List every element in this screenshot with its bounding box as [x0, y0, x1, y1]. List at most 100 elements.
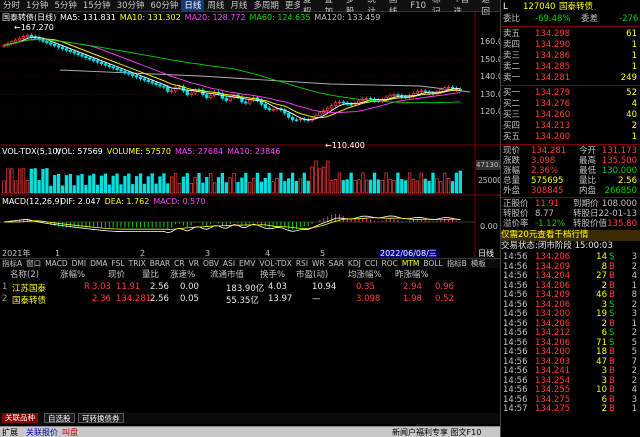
candle-body [84, 55, 88, 59]
indicator-tab[interactable]: VR [187, 259, 201, 268]
table-header[interactable]: 流通市值 [210, 268, 244, 280]
indicator-tab[interactable]: DMA [88, 259, 109, 268]
convert-key: 转股价 [503, 209, 529, 219]
period-tab[interactable]: 月线 [227, 0, 250, 12]
indicator-tab[interactable]: 指标A [0, 259, 24, 268]
table-row[interactable]: 2 国泰转债 2.36 134.281 2.56 0.05 55.35亿 13.97 — 3.09… [0, 294, 500, 306]
indicator-tab[interactable]: FSL [109, 259, 126, 268]
table-header[interactable]: 均涨幅% [348, 268, 382, 280]
period-tab[interactable]: 60分钟 [148, 0, 182, 12]
indicator-tab[interactable]: TRIX [127, 259, 148, 268]
table-header[interactable]: 量比 [142, 268, 159, 280]
period-tab[interactable]: 15分钟 [80, 0, 114, 12]
period-tab[interactable]: 日线 [181, 0, 205, 12]
indicator-tab[interactable]: EMV [237, 259, 257, 268]
period-tab[interactable]: 周线 [204, 0, 227, 12]
status-expand[interactable]: 扩展 [2, 427, 18, 437]
period-tab[interactable]: 分时 [0, 0, 23, 12]
indicator-tab[interactable]: RSI [294, 259, 310, 268]
tick-price: 134.206 [535, 280, 571, 291]
table-row[interactable]: 1 江苏国泰 R 3.03 11.91 2.56 0.00 183.90亿 4.03 10.94 0… [0, 282, 500, 294]
indicator-tab[interactable]: BRAR [148, 259, 172, 268]
tick-price: 134.206 [535, 252, 571, 262]
quote-row: 14:56 134.206 14 S 3 [501, 252, 640, 262]
vol-tick-low: 25000 [478, 176, 502, 185]
stat-value: 135.500 [601, 156, 637, 166]
table-header[interactable]: 市盈(动) [296, 268, 328, 280]
indicator-tab[interactable]: CCI [363, 259, 380, 268]
ask-volume: 61 [626, 29, 637, 39]
cell-prev: 2.94 [403, 282, 422, 292]
ask-level: 卖一 [503, 73, 521, 83]
tag-convertible[interactable]: 可转换债券 [78, 413, 124, 423]
table-header[interactable]: 涨幅% [60, 268, 85, 280]
volume-bar [349, 172, 353, 194]
status-news[interactable]: 新闻户福利专享 图文F10 [392, 427, 481, 437]
period-tab[interactable]: 1分钟 [23, 0, 51, 12]
table-header[interactable]: 名称(2) [10, 268, 39, 280]
indicator-tab[interactable]: VOL-TDX [257, 259, 293, 268]
indicator-tab[interactable]: KDJ [346, 259, 363, 268]
tick-time: 14:56 [503, 271, 528, 281]
indicator-tab[interactable]: OBV [201, 259, 221, 268]
tick-side: B [609, 347, 615, 357]
table-header[interactable]: 涨速% [170, 268, 195, 280]
tag-related[interactable]: 关联品种 [2, 413, 38, 423]
tag-watchlist[interactable]: 自选股 [44, 413, 75, 423]
candle-body [294, 119, 299, 121]
volume-bar [236, 182, 240, 194]
candle-body [45, 40, 49, 44]
period-tab[interactable]: 30分钟 [114, 0, 148, 12]
quote-row: 现价 134.281 今开 131.173 [501, 146, 640, 156]
status-call[interactable]: 叫盘 [62, 427, 78, 437]
table-header[interactable]: 昨涨幅% [395, 268, 429, 280]
bid-volume: 2 [631, 121, 637, 131]
status-quote[interactable]: 关联报价 [26, 427, 58, 437]
volume-bar [201, 182, 205, 194]
indicator-tab[interactable]: WR [310, 259, 327, 268]
toolbar-button[interactable]: F10 [407, 0, 429, 12]
indicator-tab[interactable]: 指标B [445, 259, 469, 268]
quote-row: 卖二 134.285 1 [501, 62, 640, 72]
volume-bar [138, 173, 143, 194]
volume-bar [53, 175, 57, 194]
indicator-tab[interactable]: MACD [43, 259, 69, 268]
indicator-tab[interactable]: 模板 [469, 259, 488, 268]
tick-count: 5 [631, 347, 637, 357]
volume-bar [372, 172, 377, 194]
indicator-tab[interactable]: CR [172, 259, 186, 268]
indicator-tab[interactable]: BOLL [421, 259, 444, 268]
candle-body [333, 102, 338, 106]
indicator-tab[interactable]: ASI [221, 259, 237, 268]
indicator-tab[interactable]: ROC [380, 259, 400, 268]
period-tab[interactable]: 多周期 [250, 0, 282, 12]
indicator-tab[interactable]: DMI [70, 259, 88, 268]
volume-bar [72, 185, 76, 194]
kline-chart[interactable] [0, 12, 500, 258]
tick-volume: 47 [596, 356, 607, 367]
candle-body [14, 39, 18, 43]
stock-name: 国泰转债 [559, 2, 594, 12]
tick-time: 14:56 [503, 309, 528, 319]
candle-body [349, 103, 353, 106]
volume-bar [302, 172, 306, 194]
promo-banner[interactable]: 仅需20元查看千档行情 [501, 230, 640, 241]
indicator-tab[interactable]: MTM [400, 259, 422, 268]
tick-count: 5 [631, 337, 637, 348]
convert-value: 108.000 [601, 199, 637, 209]
indicator-tab[interactable]: 窗口 [24, 259, 43, 268]
volume-bar [166, 183, 170, 194]
candle-body [162, 85, 166, 88]
table-header[interactable]: 换手% [260, 268, 285, 280]
volume-bar [345, 179, 349, 194]
volume-bar [427, 180, 431, 194]
volume-bar [384, 172, 388, 194]
ask-price: 134.298 [535, 29, 571, 39]
period-tab[interactable]: 5分钟 [51, 0, 79, 12]
candle-body [170, 90, 174, 92]
ask-volume: 1 [631, 51, 637, 61]
candle-body [392, 94, 396, 96]
indicator-tab[interactable]: SAR [327, 259, 346, 268]
table-header[interactable]: 现价 [108, 268, 125, 280]
candle-body [88, 57, 92, 60]
